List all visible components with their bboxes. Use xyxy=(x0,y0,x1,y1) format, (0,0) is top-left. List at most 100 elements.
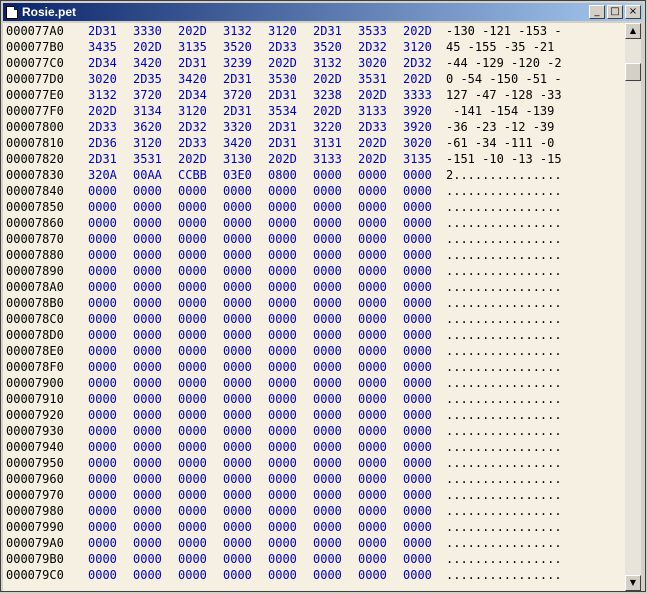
hex-word[interactable]: 0000 xyxy=(133,263,162,279)
hex-word[interactable]: 0000 xyxy=(88,231,117,247)
hex-word[interactable]: 0000 xyxy=(403,247,432,263)
hex-word[interactable]: 0000 xyxy=(313,247,342,263)
hex-word[interactable]: 0000 xyxy=(268,279,297,295)
hex-word[interactable]: 0000 xyxy=(358,535,387,551)
hex-word[interactable]: 0000 xyxy=(88,503,117,519)
hex-word[interactable]: 0000 xyxy=(358,279,387,295)
hex-word[interactable]: 0000 xyxy=(223,375,252,391)
hex-view[interactable]: 000077A0 2D31 3330 202D 3132 3120 2D31 3533 202D… xyxy=(3,23,625,591)
ascii-text[interactable]: ................ xyxy=(446,375,562,391)
hex-word[interactable]: 0000 xyxy=(178,279,207,295)
hex-word[interactable]: 0000 xyxy=(403,199,432,215)
hex-word[interactable]: 0000 xyxy=(133,231,162,247)
ascii-text[interactable]: 2............... xyxy=(446,167,562,183)
ascii-text[interactable]: 127 -47 -128 -33 xyxy=(446,87,562,103)
hex-word[interactable]: 3020 xyxy=(403,135,432,151)
hex-word[interactable]: 0000 xyxy=(358,439,387,455)
hex-word[interactable]: 0000 xyxy=(358,471,387,487)
hex-word[interactable]: 0000 xyxy=(268,295,297,311)
hex-word[interactable]: 0000 xyxy=(403,215,432,231)
hex-word[interactable]: 0000 xyxy=(313,199,342,215)
hex-word[interactable]: 2D31 xyxy=(268,119,297,135)
hex-word[interactable]: 0000 xyxy=(313,375,342,391)
hex-word[interactable]: 0000 xyxy=(223,183,252,199)
hex-word[interactable]: 2D31 xyxy=(268,87,297,103)
ascii-text[interactable]: ................ xyxy=(446,295,562,311)
hex-word[interactable]: 0000 xyxy=(178,535,207,551)
hex-word[interactable]: 0000 xyxy=(88,391,117,407)
hex-word[interactable]: 0000 xyxy=(88,215,117,231)
hex-word[interactable]: 0000 xyxy=(358,311,387,327)
hex-word[interactable]: 0000 xyxy=(178,375,207,391)
hex-word[interactable]: 3239 xyxy=(223,55,252,71)
hex-word[interactable]: 0000 xyxy=(313,295,342,311)
hex-word[interactable]: CCBB xyxy=(178,167,207,183)
hex-word[interactable]: 3132 xyxy=(223,23,252,39)
hex-word[interactable]: 3130 xyxy=(223,151,252,167)
hex-word[interactable]: 0000 xyxy=(223,343,252,359)
hex-word[interactable]: 0000 xyxy=(313,183,342,199)
hex-word[interactable]: 0000 xyxy=(88,407,117,423)
ascii-text[interactable]: -141 -154 -139 xyxy=(446,103,562,119)
hex-word[interactable]: 0000 xyxy=(268,183,297,199)
hex-word[interactable]: 0000 xyxy=(313,535,342,551)
ascii-text[interactable]: ................ xyxy=(446,519,562,535)
hex-word[interactable]: 0000 xyxy=(313,455,342,471)
hex-word[interactable]: 0000 xyxy=(178,455,207,471)
hex-word[interactable]: 0000 xyxy=(268,407,297,423)
hex-word[interactable]: 3120 xyxy=(178,103,207,119)
hex-word[interactable]: 0000 xyxy=(403,551,432,567)
ascii-text[interactable]: ................ xyxy=(446,343,562,359)
hex-word[interactable]: 0000 xyxy=(403,279,432,295)
hex-word[interactable]: 0000 xyxy=(88,183,117,199)
maximize-button[interactable]: □ xyxy=(607,5,623,19)
hex-word[interactable]: 0000 xyxy=(403,263,432,279)
hex-word[interactable]: 0000 xyxy=(88,343,117,359)
hex-word[interactable]: 0000 xyxy=(403,519,432,535)
ascii-text[interactable]: ................ xyxy=(446,471,562,487)
hex-word[interactable]: 0000 xyxy=(358,503,387,519)
hex-word[interactable]: 0000 xyxy=(88,535,117,551)
hex-word[interactable]: 2D33 xyxy=(178,135,207,151)
hex-word[interactable]: 03E0 xyxy=(223,167,252,183)
ascii-text[interactable]: ................ xyxy=(446,199,562,215)
hex-word[interactable]: 0000 xyxy=(178,503,207,519)
hex-word[interactable]: 0000 xyxy=(88,375,117,391)
hex-word[interactable]: 3320 xyxy=(223,119,252,135)
hex-word[interactable]: 0000 xyxy=(268,215,297,231)
hex-word[interactable]: 0000 xyxy=(313,487,342,503)
hex-word[interactable]: 202D xyxy=(178,151,207,167)
hex-word[interactable]: 0000 xyxy=(133,183,162,199)
hex-word[interactable]: 3238 xyxy=(313,87,342,103)
scroll-down-button[interactable]: ▼ xyxy=(625,575,641,591)
hex-word[interactable]: 0000 xyxy=(403,439,432,455)
hex-word[interactable]: 202D xyxy=(358,151,387,167)
scroll-up-button[interactable]: ▲ xyxy=(625,23,641,39)
hex-word[interactable]: 0000 xyxy=(133,199,162,215)
hex-word[interactable]: 0000 xyxy=(268,375,297,391)
hex-word[interactable]: 0000 xyxy=(268,311,297,327)
hex-word[interactable]: 3720 xyxy=(133,87,162,103)
hex-word[interactable]: 320A xyxy=(88,167,117,183)
hex-word[interactable]: 0000 xyxy=(178,423,207,439)
hex-word[interactable]: 0000 xyxy=(178,439,207,455)
hex-word[interactable]: 3530 xyxy=(268,71,297,87)
hex-word[interactable]: 0000 xyxy=(88,567,117,583)
close-button[interactable]: × xyxy=(625,5,641,19)
hex-word[interactable]: 0000 xyxy=(358,359,387,375)
hex-word[interactable]: 0000 xyxy=(313,311,342,327)
hex-word[interactable]: 2D32 xyxy=(403,55,432,71)
hex-word[interactable]: 0000 xyxy=(178,295,207,311)
vertical-scrollbar[interactable]: ▲ ▼ xyxy=(625,23,641,591)
hex-word[interactable]: 0000 xyxy=(403,455,432,471)
hex-word[interactable]: 0000 xyxy=(403,471,432,487)
hex-word[interactable]: 3333 xyxy=(403,87,432,103)
hex-word[interactable]: 3120 xyxy=(133,135,162,151)
hex-word[interactable]: 0000 xyxy=(358,567,387,583)
hex-word[interactable]: 0000 xyxy=(403,423,432,439)
hex-word[interactable]: 0000 xyxy=(88,423,117,439)
ascii-text[interactable]: ................ xyxy=(446,503,562,519)
hex-word[interactable]: 0000 xyxy=(403,375,432,391)
hex-word[interactable]: 3120 xyxy=(403,39,432,55)
hex-word[interactable]: 0800 xyxy=(268,167,297,183)
